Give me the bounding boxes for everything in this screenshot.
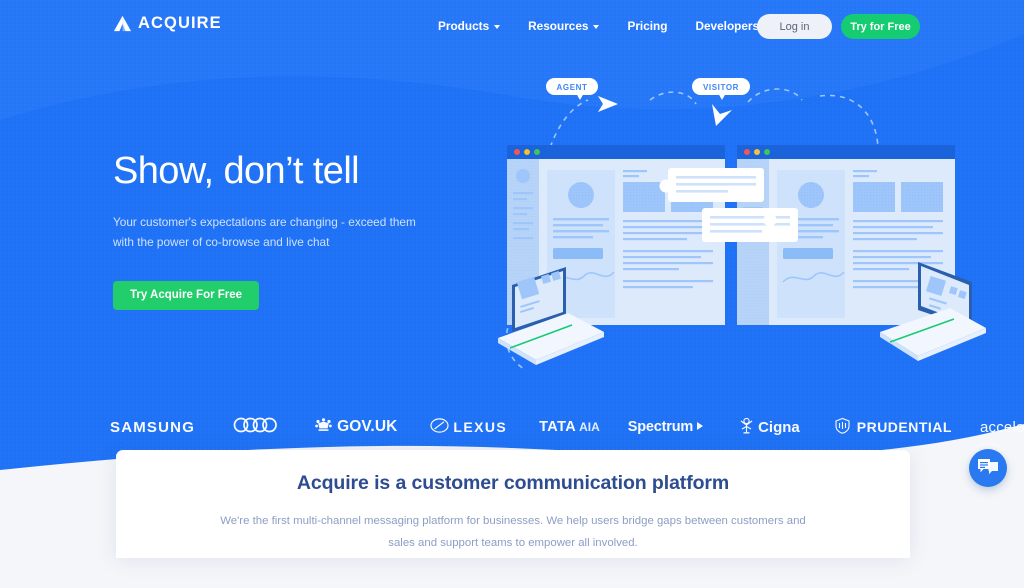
- svg-text:AGENT: AGENT: [557, 83, 588, 92]
- lexus-emblem-icon: [430, 418, 450, 436]
- intro-card: Acquire is a customer communication plat…: [116, 450, 910, 558]
- mountain-triangle-icon: [113, 14, 132, 33]
- accelo-wordmark: accelo: [979, 418, 1024, 436]
- chat-bubble-icon: [702, 208, 798, 242]
- logo-tata-aia: TATA AIA: [539, 419, 600, 435]
- intro-card-title: Acquire is a customer communication plat…: [296, 472, 730, 494]
- aia-wordmark: AIA: [579, 420, 600, 434]
- audi-rings-icon: [233, 417, 279, 438]
- try-for-free-button[interactable]: Try for Free: [841, 14, 920, 39]
- spectrum-arrow-icon: [696, 419, 704, 435]
- brand-logo[interactable]: ACQUIRE: [113, 14, 222, 33]
- crown-icon: [315, 417, 332, 437]
- chat-bubble-icon: [668, 168, 764, 202]
- hero-illustration: AGENT VISITOR: [480, 60, 1000, 370]
- visitor-label-pill: VISITOR: [692, 78, 750, 100]
- customer-logos-strip: SAMSUNG GOV.UK LEXUS TATA AIA Spectrum C…: [0, 408, 1024, 446]
- logo-prudential: PRUDENTIAL: [833, 417, 952, 437]
- cursor-dot-icon: [763, 213, 777, 227]
- tata-wordmark: TATA: [539, 419, 577, 435]
- hero-title: Show, don’t tell: [113, 150, 360, 192]
- brand-name: ACQUIRE: [138, 14, 222, 32]
- samsung-wordmark: SAMSUNG: [110, 418, 196, 436]
- nav-label: Products: [438, 19, 490, 33]
- logo-samsung: SAMSUNG: [110, 419, 195, 436]
- chevron-down-icon: [494, 25, 501, 29]
- site-header: ACQUIRE Products Resources Pricing Devel…: [0, 0, 1024, 52]
- hero-cta-button[interactable]: Try Acquire For Free: [113, 280, 260, 310]
- prudential-crest-icon: [833, 417, 852, 437]
- chat-widget-circle[interactable]: [969, 449, 1007, 487]
- logo-accelo: accelo: [980, 418, 1024, 436]
- cigna-wordmark: Cigna: [758, 418, 800, 436]
- intro-card-subtitle: We're the first multi-channel messaging …: [220, 515, 806, 550]
- chevron-down-icon: [593, 25, 600, 29]
- chat-widget-button[interactable]: [963, 443, 1013, 493]
- arrow-head-icon: [598, 96, 618, 112]
- logo-audi: [233, 417, 279, 438]
- agent-label-pill: AGENT: [546, 78, 598, 100]
- svg-text:VISITOR: VISITOR: [703, 83, 739, 92]
- nav-item-pricing[interactable]: Pricing: [613, 19, 681, 33]
- govuk-wordmark: GOV.UK: [337, 418, 398, 435]
- nav-item-resources[interactable]: Resources: [514, 19, 613, 33]
- arrow-head-icon: [712, 104, 732, 126]
- logo-govuk: GOV.UK: [315, 417, 398, 437]
- login-button[interactable]: Log in: [757, 14, 832, 39]
- chat-bubbles-icon: [977, 458, 999, 478]
- lexus-wordmark: LEXUS: [453, 419, 508, 435]
- logo-spectrum: Spectrum: [628, 419, 704, 435]
- cigna-tree-icon: [738, 417, 755, 438]
- logo-lexus: LEXUS: [430, 418, 507, 436]
- main-navigation: Products Resources Pricing Developers AP…: [424, 0, 796, 52]
- nav-item-products[interactable]: Products: [424, 19, 514, 33]
- nav-label: Pricing: [627, 19, 668, 33]
- logo-cigna: Cigna: [738, 417, 800, 438]
- hero-subtitle: Your customer's expectations are changin…: [113, 214, 416, 250]
- cursor-dot-icon: [659, 179, 673, 193]
- hero-section: Show, don’t tell Your customer's expecta…: [113, 150, 473, 310]
- prudential-wordmark: PRUDENTIAL: [856, 419, 952, 435]
- nav-label: Resources: [528, 19, 589, 33]
- page-root: ACQUIRE Products Resources Pricing Devel…: [0, 0, 1024, 588]
- spectrum-wordmark: Spectrum: [627, 419, 694, 435]
